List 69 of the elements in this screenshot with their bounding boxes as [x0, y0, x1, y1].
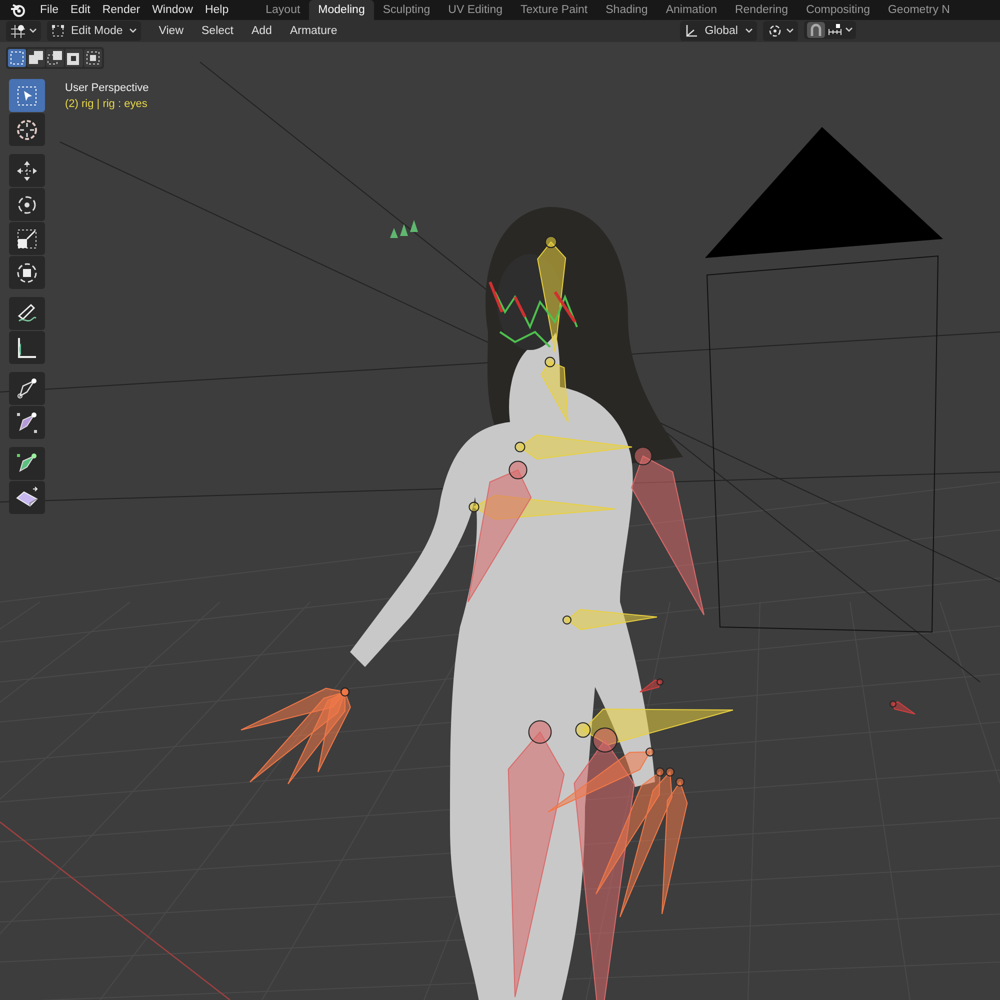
cursor-icon [15, 118, 39, 142]
tool-button[interactable] [9, 154, 45, 187]
select-subtract-icon [47, 50, 63, 66]
snap-toggle[interactable] [807, 22, 825, 38]
tool-button[interactable] [9, 188, 45, 221]
mode-dropdown[interactable]: Edit Mode [47, 21, 141, 41]
tool-button[interactable] [9, 481, 45, 514]
bone-size-icon [15, 410, 39, 434]
menu-item[interactable]: Render [96, 4, 146, 16]
selection-mode-button[interactable] [46, 49, 64, 67]
app-logo-icon[interactable] [10, 3, 26, 17]
workspace-tab[interactable]: Animation [656, 0, 726, 20]
workspace-tab[interactable]: Shading [596, 0, 657, 20]
tool-button[interactable] [9, 331, 45, 364]
workspace-tab[interactable]: Compositing [797, 0, 879, 20]
pivot-icon [767, 24, 783, 38]
header-menu[interactable]: Select [194, 25, 242, 37]
caret-icon [128, 28, 137, 34]
workspace-tab[interactable]: Geometry N [878, 0, 959, 20]
tool-button[interactable] [9, 406, 45, 439]
select-extend-icon [28, 50, 44, 66]
scale-icon [15, 226, 39, 250]
header-menu[interactable]: Add [243, 25, 280, 37]
caret-icon [29, 28, 37, 34]
orientation-dropdown[interactable]: Global [680, 21, 757, 41]
pivot-dropdown[interactable] [763, 21, 798, 41]
header-menu[interactable]: Armature [282, 25, 346, 37]
select-box-icon [15, 84, 39, 108]
transform-icon [15, 260, 39, 284]
workspace-tab[interactable]: Texture Paint [512, 0, 597, 20]
caret-icon [786, 28, 794, 34]
selection-mode-button[interactable] [84, 49, 102, 67]
tool-button[interactable] [9, 297, 45, 330]
tool-button[interactable] [9, 447, 45, 480]
selection-mode-button[interactable] [27, 49, 45, 67]
selection-mode-button[interactable] [8, 49, 26, 67]
menu-item[interactable]: Edit [64, 4, 96, 16]
caret-icon [745, 28, 753, 34]
move-icon [15, 158, 39, 182]
caret-icon [845, 27, 853, 33]
grid-axis-icon [10, 24, 26, 38]
edit-mode-icon [51, 24, 65, 38]
select-new-icon [9, 50, 25, 66]
workspace-tab[interactable]: UV Editing [439, 0, 512, 20]
workspace-tab[interactable]: Rendering [726, 0, 798, 20]
menu-item[interactable]: Help [198, 4, 235, 16]
cone-markers-drawing [390, 220, 418, 238]
view-name-label: User Perspective [65, 82, 149, 94]
magnet-icon [808, 23, 824, 37]
select-intersect-icon [85, 50, 101, 66]
box-icon [15, 486, 39, 510]
select-invert-icon [66, 50, 82, 66]
editor-type-button[interactable] [6, 21, 41, 41]
tool-button[interactable] [9, 256, 45, 289]
workspace-tab[interactable]: Modeling [309, 0, 374, 20]
menu-item[interactable]: File [34, 4, 65, 16]
workspace-tab[interactable]: Layout [256, 0, 310, 20]
bone-roll-icon [15, 376, 39, 400]
tool-button[interactable] [9, 113, 45, 146]
workspace-tab[interactable]: Sculpting [374, 0, 440, 20]
axes-icon [684, 24, 698, 38]
tool-button[interactable] [9, 222, 45, 255]
active-object-label: (2) rig | rig : eyes [65, 98, 148, 110]
header-menu[interactable]: View [150, 25, 192, 37]
tool-button[interactable] [9, 372, 45, 405]
ruler-icon [15, 336, 39, 360]
selection-mode-button[interactable] [65, 49, 83, 67]
snap-target-icon[interactable] [827, 23, 843, 37]
menu-item[interactable]: Window [146, 4, 199, 16]
